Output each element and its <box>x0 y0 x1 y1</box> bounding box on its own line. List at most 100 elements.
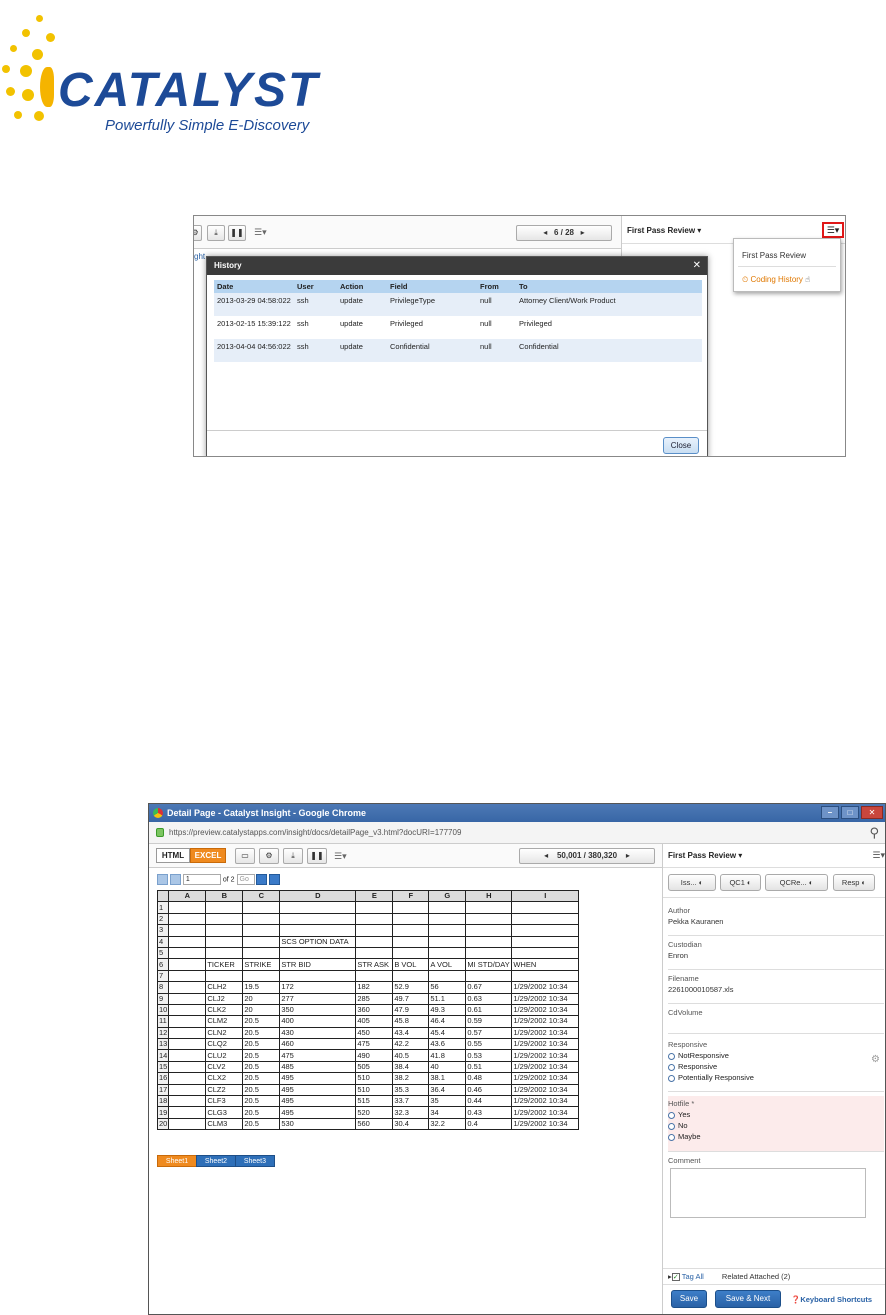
tag-button-qcreview[interactable]: QCRe... ◐ <box>765 874 828 891</box>
cell[interactable] <box>279 912 357 926</box>
cell[interactable]: 495 <box>279 1106 357 1119</box>
cell[interactable]: 515 <box>355 1095 394 1108</box>
pager[interactable]: ◂ 6 / 28 ▸ <box>516 225 612 241</box>
column-header[interactable]: H <box>465 889 513 903</box>
tag-button-issues[interactable]: Iss... ◐ <box>668 874 716 891</box>
cell[interactable] <box>355 935 394 948</box>
cell[interactable] <box>465 946 513 960</box>
cell[interactable]: 495 <box>279 1083 357 1097</box>
cell[interactable]: SCS OPTION DATA <box>279 935 357 948</box>
close-button[interactable]: Close <box>663 437 699 454</box>
radio-not-responsive[interactable]: NotResponsive <box>668 1051 884 1060</box>
cell[interactable] <box>355 946 394 960</box>
cell[interactable]: 405 <box>355 1015 394 1028</box>
cell[interactable] <box>428 935 467 948</box>
cell[interactable]: 33.7 <box>392 1095 430 1108</box>
cell[interactable]: 510 <box>355 1083 394 1097</box>
cell[interactable]: 0.55 <box>465 1038 513 1051</box>
cell[interactable]: 0.46 <box>465 1083 513 1097</box>
cell[interactable]: A VOL <box>428 958 467 971</box>
cell[interactable]: 505 <box>355 1060 394 1074</box>
cell[interactable]: CLN2 <box>205 1026 244 1040</box>
save-button[interactable]: Save <box>671 1290 707 1308</box>
folder-icon[interactable]: ▭ <box>235 848 255 864</box>
cell[interactable]: 285 <box>355 992 394 1005</box>
cell[interactable] <box>242 924 281 937</box>
radio-yes[interactable]: Yes <box>668 1110 884 1119</box>
related-attached-tab[interactable]: Related Attached (2) <box>722 1272 790 1281</box>
cell[interactable]: 495 <box>279 1072 357 1085</box>
cell[interactable]: 20.5 <box>242 1026 281 1040</box>
cell[interactable] <box>279 969 357 983</box>
cell[interactable]: 38.4 <box>392 1060 430 1074</box>
cell[interactable]: 475 <box>355 1038 394 1051</box>
column-header[interactable]: A <box>168 889 207 903</box>
cell[interactable]: CLK2 <box>205 1003 244 1017</box>
cell[interactable]: 34 <box>428 1106 467 1119</box>
cell[interactable]: 460 <box>279 1038 357 1051</box>
cell[interactable]: 1/29/2002 10:34 <box>511 1003 580 1017</box>
cell[interactable] <box>465 924 513 937</box>
cell[interactable] <box>168 1003 207 1017</box>
cell[interactable]: MI STD/DAY <box>465 958 513 971</box>
cell[interactable] <box>392 946 430 960</box>
cell[interactable]: 20.5 <box>242 1095 281 1108</box>
tag-all-checkbox[interactable]: ✓ <box>671 1273 680 1282</box>
cell[interactable] <box>168 958 207 971</box>
cell[interactable]: 32.2 <box>428 1117 467 1131</box>
cell[interactable] <box>511 969 580 983</box>
cell[interactable] <box>168 924 207 937</box>
cell[interactable]: 0.61 <box>465 1003 513 1017</box>
cell[interactable] <box>511 935 580 948</box>
cell[interactable]: 20.5 <box>242 1060 281 1074</box>
cell[interactable] <box>168 1038 207 1051</box>
panel-title[interactable]: First Pass Review ▾ <box>627 226 701 235</box>
cell[interactable]: 30.4 <box>392 1117 430 1131</box>
cell[interactable]: 0.59 <box>465 1015 513 1028</box>
cell[interactable]: 20.5 <box>242 1038 281 1051</box>
cell[interactable]: 42.2 <box>392 1038 430 1051</box>
cell[interactable]: 19.5 <box>242 981 281 994</box>
cell[interactable]: B VOL <box>392 958 430 971</box>
cell[interactable] <box>428 924 467 937</box>
cell[interactable]: 1/29/2002 10:34 <box>511 1117 580 1131</box>
cell[interactable]: 20.5 <box>242 1015 281 1028</box>
cell[interactable] <box>428 969 467 983</box>
tag-button-qc1[interactable]: QC1 ◐ <box>720 874 761 891</box>
close-icon[interactable]: ✕ <box>693 257 701 275</box>
cell[interactable]: 0.43 <box>465 1106 513 1119</box>
cell[interactable]: 40 <box>428 1060 467 1074</box>
tag-button-resp[interactable]: Resp ◐ <box>833 874 875 891</box>
cell[interactable]: CLZ2 <box>205 1083 244 1097</box>
radio-responsive[interactable]: Responsive <box>668 1062 884 1071</box>
cell[interactable]: 1/29/2002 10:34 <box>511 1015 580 1028</box>
cell[interactable]: CLV2 <box>205 1060 244 1074</box>
cell[interactable] <box>168 1072 207 1085</box>
cell[interactable]: 0.63 <box>465 992 513 1005</box>
cell[interactable]: 182 <box>355 981 394 994</box>
tab-sheet1[interactable]: Sheet1 <box>157 1155 197 1167</box>
pause-icon[interactable]: ❚❚ <box>307 848 327 864</box>
cell[interactable]: 1/29/2002 10:34 <box>511 1060 580 1074</box>
cell[interactable] <box>242 969 281 983</box>
cell[interactable]: 20 <box>242 1003 281 1017</box>
cell[interactable] <box>355 901 394 914</box>
tab-sheet3[interactable]: Sheet3 <box>234 1155 275 1167</box>
cell[interactable] <box>355 912 394 926</box>
menu-item-first-pass-review[interactable]: First Pass Review <box>742 251 806 260</box>
cell[interactable] <box>168 981 207 994</box>
cell[interactable]: CLQ2 <box>205 1038 244 1051</box>
cell[interactable]: CLU2 <box>205 1049 244 1062</box>
cell[interactable] <box>279 946 357 960</box>
cell[interactable] <box>168 901 207 914</box>
cell[interactable]: 1/29/2002 10:34 <box>511 1083 580 1097</box>
cell[interactable]: 0.4 <box>465 1117 513 1131</box>
column-header[interactable]: D <box>279 889 357 903</box>
cell[interactable]: 1/29/2002 10:34 <box>511 1106 580 1119</box>
cell[interactable] <box>355 924 394 937</box>
cell[interactable] <box>511 901 580 914</box>
cell[interactable]: 1/29/2002 10:34 <box>511 1095 580 1108</box>
cell[interactable]: 560 <box>355 1117 394 1131</box>
cell[interactable] <box>392 912 430 926</box>
cell[interactable] <box>392 924 430 937</box>
